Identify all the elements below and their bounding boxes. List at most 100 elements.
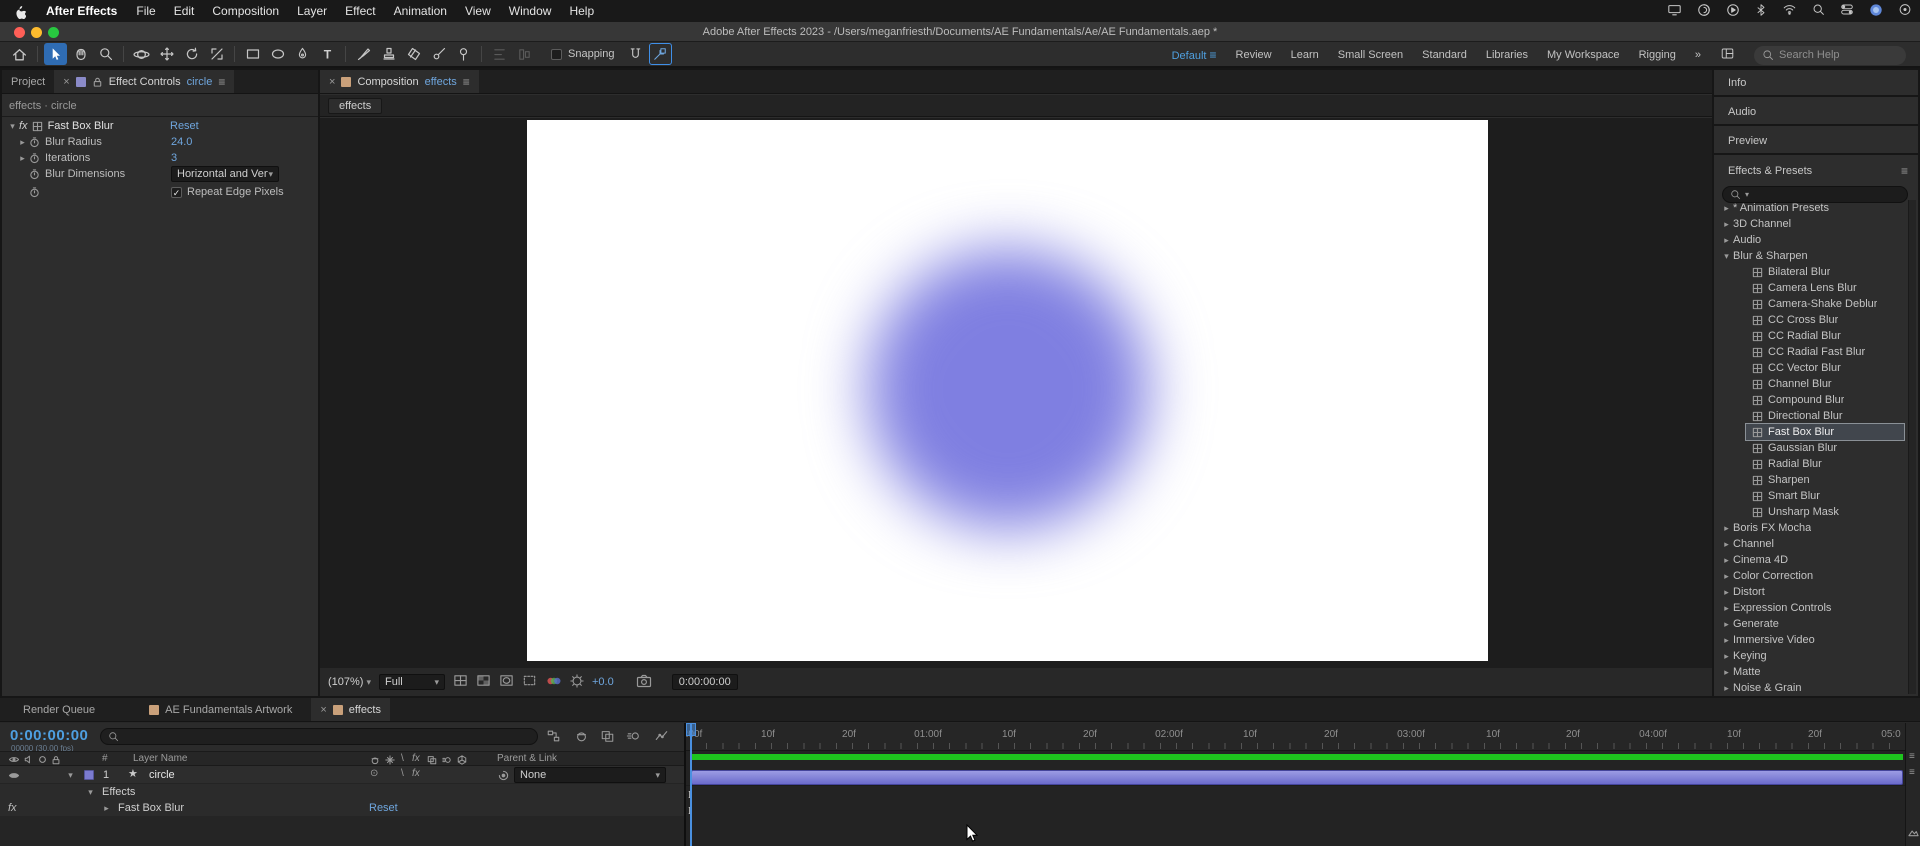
- menu-help[interactable]: Help: [560, 4, 603, 18]
- snap-to-edges-icon[interactable]: [624, 43, 647, 65]
- tab-ae-fundamentals-artwork[interactable]: AE Fundamentals Artwork: [140, 698, 301, 721]
- preset-group-channel[interactable]: ▸ Channel: [1714, 536, 1918, 552]
- parent-link-column-header[interactable]: Parent & Link: [497, 753, 557, 764]
- stopwatch-icon[interactable]: [29, 152, 40, 164]
- mini-flowchart-icon[interactable]: [546, 729, 561, 746]
- layer-switch-marks[interactable]: ⊙: [370, 768, 378, 779]
- region-of-interest-icon[interactable]: [522, 673, 537, 691]
- effect-header-row[interactable]: ▾ fx Fast Box Blur Reset: [2, 118, 318, 134]
- workspace-standard[interactable]: Standard: [1422, 49, 1467, 61]
- app-menu-title[interactable]: After Effects: [46, 4, 117, 18]
- workspace-default[interactable]: Default ≡: [1172, 48, 1217, 62]
- menu-window[interactable]: Window: [500, 4, 561, 18]
- panel-target-comp[interactable]: effects: [425, 76, 457, 88]
- zoom-tool[interactable]: [94, 43, 117, 65]
- menu-effect[interactable]: Effect: [336, 4, 384, 18]
- stopwatch-icon[interactable]: [29, 168, 40, 180]
- effect-item[interactable]: Radial Blur: [1714, 456, 1918, 472]
- chevron-right-icon[interactable]: ▸: [1720, 683, 1733, 694]
- effect-item[interactable]: CC Radial Blur: [1714, 328, 1918, 344]
- chevron-right-icon[interactable]: ▸: [1720, 651, 1733, 662]
- workspace-small-screen[interactable]: Small Screen: [1338, 49, 1403, 61]
- workspace-overflow-chevrons[interactable]: »: [1695, 49, 1701, 61]
- effect-row-fast-box-blur[interactable]: fx ▸ Fast Box Blur Reset: [0, 800, 684, 816]
- chevron-right-icon[interactable]: ▸: [1720, 619, 1733, 630]
- timeline-search-box[interactable]: [100, 728, 538, 745]
- chevron-right-icon[interactable]: ▸: [1720, 635, 1733, 646]
- chevron-down-icon[interactable]: ▾: [84, 787, 97, 798]
- chevron-right-icon[interactable]: ▸: [1720, 555, 1733, 566]
- tab-effects-timeline[interactable]: × effects: [311, 698, 390, 721]
- menu-composition[interactable]: Composition: [203, 4, 288, 18]
- ellipse-tool[interactable]: [266, 43, 289, 65]
- eraser-tool[interactable]: [402, 43, 425, 65]
- puppet-pin-tool[interactable]: [452, 43, 475, 65]
- chevron-right-icon[interactable]: ▸: [1720, 587, 1733, 598]
- effect-item[interactable]: Camera Lens Blur: [1714, 280, 1918, 296]
- viewer-area[interactable]: [320, 118, 1712, 668]
- orbit-camera-tool[interactable]: [130, 43, 153, 65]
- exposure-value[interactable]: +0.0: [592, 676, 614, 688]
- effect-item[interactable]: Unsharp Mask: [1714, 504, 1918, 520]
- snapshot-camera-icon[interactable]: [636, 674, 652, 691]
- workspace-rigging[interactable]: Rigging: [1639, 49, 1676, 61]
- chevron-right-icon[interactable]: ▸: [1720, 523, 1733, 534]
- panel-target-comp[interactable]: circle: [187, 76, 213, 88]
- preset-group-audio[interactable]: ▸ Audio: [1714, 232, 1918, 248]
- effect-item[interactable]: Sharpen: [1714, 472, 1918, 488]
- help-search-input[interactable]: [1779, 49, 1889, 61]
- close-panel-icon[interactable]: ×: [329, 76, 335, 88]
- menu-animation[interactable]: Animation: [385, 4, 456, 18]
- chevron-right-icon[interactable]: ▸: [1720, 571, 1733, 582]
- home-tool[interactable]: [8, 43, 31, 65]
- effect-item[interactable]: CC Cross Blur: [1714, 312, 1918, 328]
- chevron-right-icon[interactable]: ▸: [1720, 219, 1733, 230]
- close-panel-icon[interactable]: ×: [63, 76, 69, 88]
- dolly-camera-tool[interactable]: [180, 43, 203, 65]
- panel-menu-icon[interactable]: ≡: [1901, 164, 1908, 178]
- resolution-dropdown[interactable]: Full ▾: [379, 674, 445, 690]
- current-time-indicator[interactable]: [690, 723, 692, 846]
- preset-group-keying[interactable]: ▸ Keying: [1714, 648, 1918, 664]
- timeline-effect-name[interactable]: Fast Box Blur: [118, 802, 184, 814]
- tab-composition[interactable]: × Composition effects ≡: [320, 70, 479, 93]
- layer-color-swatch[interactable]: [84, 770, 94, 780]
- effect-item[interactable]: Channel Blur: [1714, 376, 1918, 392]
- quality-switch-icon[interactable]: \: [401, 753, 404, 764]
- reset-effect-link[interactable]: Reset: [170, 120, 199, 132]
- adjust-exposure-icon[interactable]: [570, 673, 584, 691]
- preset-group-noise-grain[interactable]: ▸ Noise & Grain: [1714, 680, 1918, 696]
- panel-menu-icon[interactable]: ≡: [463, 75, 470, 89]
- preset-group-immersive-video[interactable]: ▸ Immersive Video: [1714, 632, 1918, 648]
- chevron-right-icon[interactable]: ▸: [1720, 203, 1733, 214]
- layer-row-circle[interactable]: ▾ 1 ★ circle ⊙ \ fx None ▾: [0, 766, 684, 784]
- composition-canvas[interactable]: [527, 120, 1488, 661]
- screen-mirroring-icon[interactable]: [1726, 3, 1740, 20]
- workspace-libraries[interactable]: Libraries: [1486, 49, 1528, 61]
- menu-file[interactable]: File: [127, 4, 164, 18]
- info-panel-header[interactable]: Info: [1714, 70, 1918, 97]
- preset-group-boris-fx-mocha[interactable]: ▸ Boris FX Mocha: [1714, 520, 1918, 536]
- effects-presets-header[interactable]: Effects & Presets ≡: [1714, 157, 1918, 184]
- parent-link-dropdown[interactable]: None ▾: [514, 767, 666, 783]
- effect-item[interactable]: Compound Blur: [1714, 392, 1918, 408]
- viewer-tab-effects[interactable]: effects: [328, 98, 383, 114]
- cti-handle[interactable]: [686, 723, 696, 736]
- menu-view[interactable]: View: [456, 4, 500, 18]
- effect-item[interactable]: Bilateral Blur: [1714, 264, 1918, 280]
- motion-blur-icon[interactable]: [626, 729, 641, 746]
- preset-group-color-correction[interactable]: ▸ Color Correction: [1714, 568, 1918, 584]
- stopwatch-icon[interactable]: [29, 186, 40, 198]
- blur-radius-value[interactable]: 24.0: [171, 136, 192, 148]
- iterations-value[interactable]: 3: [171, 152, 177, 164]
- track-options-icon[interactable]: ≡: [1909, 767, 1915, 778]
- menu-edit[interactable]: Edit: [165, 4, 204, 18]
- rectangle-tool[interactable]: [241, 43, 264, 65]
- preset-group-distort[interactable]: ▸ Distort: [1714, 584, 1918, 600]
- repeat-edge-checkbox[interactable]: ✓: [171, 186, 182, 198]
- reset-effect-link[interactable]: Reset: [369, 802, 398, 814]
- effects-group-row[interactable]: ▾ Effects: [0, 784, 684, 800]
- chevron-right-icon[interactable]: ▸: [1720, 667, 1733, 678]
- spotlight-search-icon[interactable]: [1812, 3, 1825, 19]
- tab-effect-controls[interactable]: × Effect Controls circle ≡: [54, 70, 235, 93]
